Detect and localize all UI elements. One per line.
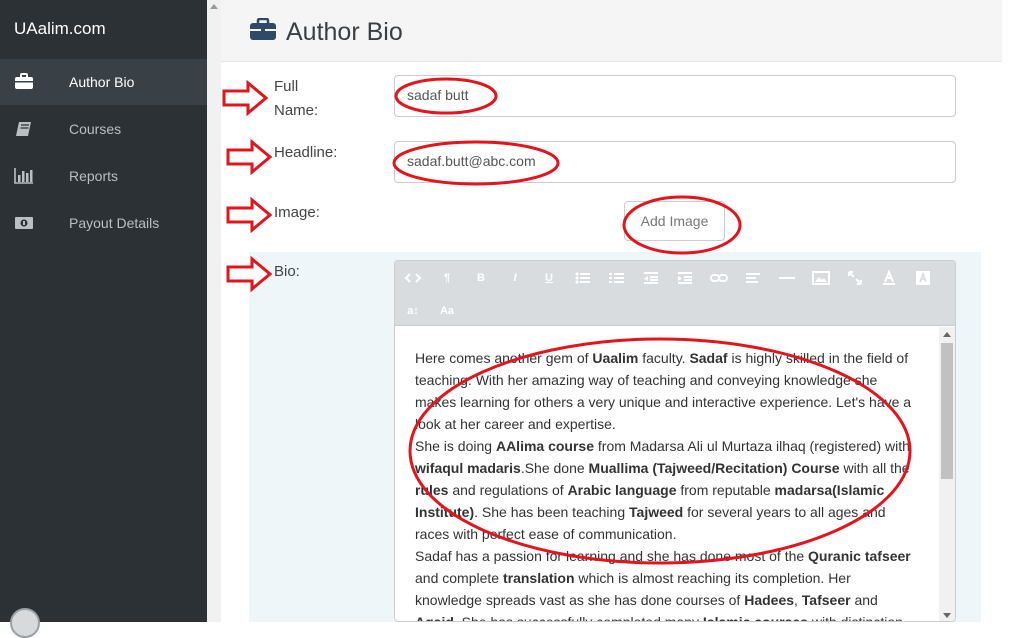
bio-text: with all the — [839, 460, 910, 476]
align-icon[interactable] — [743, 270, 763, 286]
bio-text-bold: translation — [502, 570, 575, 586]
bio-text: from reputable — [676, 482, 775, 498]
bio-text: with distinction — [807, 614, 903, 622]
arrow-icon — [222, 79, 269, 117]
bio-text-bold: Hadees — [744, 592, 795, 608]
bio-text: and complete — [415, 570, 503, 586]
bio-text-bold: wifaqul madaris — [415, 460, 521, 476]
image-label: Image: — [274, 204, 320, 221]
bio-text: . She has been teaching — [474, 504, 630, 520]
page-title: Author Bio — [286, 18, 403, 46]
bio-text: faculty. — [638, 350, 690, 366]
sidebar-item-reports[interactable]: Reports — [0, 153, 207, 199]
full-name-label: Full Name: — [274, 75, 318, 123]
bio-label: Bio: — [274, 263, 300, 280]
bio-text-bold: AAlima course — [495, 438, 594, 454]
headline-label: Headline: — [274, 144, 338, 161]
bio-text-bold: Quranic tafseer — [808, 548, 911, 564]
bar-chart-icon — [14, 168, 33, 184]
bio-text-bold: rules — [415, 482, 449, 498]
bio-text-bold: Muallima (Tajweed/Recitation) Course — [588, 460, 840, 476]
book-icon — [16, 122, 31, 136]
bio-text: , — [794, 592, 802, 608]
sidebar-item-label: Payout Details — [69, 215, 160, 231]
font-size-icon[interactable]: Aa — [437, 303, 457, 319]
bio-text: .She done — [520, 460, 589, 476]
bio-text-bold: Tajweed — [629, 504, 684, 520]
bio-text: from Madarsa Ali ul Murtaza ilhaq (regis… — [594, 438, 910, 454]
bio-text: Here comes another gem of — [415, 350, 593, 366]
arrow-icon — [226, 138, 273, 176]
avatar[interactable] — [10, 608, 40, 638]
add-image-button[interactable]: Add Image — [624, 201, 725, 241]
scroll-up-icon[interactable] — [210, 4, 218, 9]
bio-text-bold: Tafseer — [801, 592, 851, 608]
underline-icon[interactable]: U — [539, 270, 559, 286]
horizontal-rule-icon[interactable] — [777, 270, 797, 286]
editor-scrollbar[interactable] — [939, 327, 955, 621]
outdent-icon[interactable] — [641, 270, 661, 286]
code-icon[interactable] — [403, 270, 423, 286]
full-name-label-line1: Full — [274, 78, 299, 95]
indent-icon[interactable] — [675, 270, 695, 286]
unordered-list-icon[interactable] — [573, 270, 593, 286]
briefcase-icon — [15, 73, 33, 89]
sidebar-item-label: Courses — [69, 121, 122, 137]
sidebar-item-author-bio[interactable]: Author Bio — [0, 59, 207, 105]
bio-text: and — [850, 592, 878, 608]
bio-text: Sadaf has a passion for learning and she… — [415, 548, 809, 564]
bio-text-bold: Uaalim — [592, 350, 639, 366]
bio-editor[interactable]: ¶ B I U a↕ Aa Here comes another gem of … — [394, 260, 956, 622]
background-color-icon[interactable] — [913, 270, 933, 286]
bio-text-bold: Arabic language — [567, 482, 677, 498]
sidebar-item-courses[interactable]: Courses — [0, 106, 207, 152]
bio-text-bold: Aqaid — [415, 614, 454, 622]
sidebar-item-label: Author Bio — [69, 74, 135, 90]
scrollbar-thumb[interactable] — [941, 343, 953, 479]
link-icon[interactable] — [709, 270, 729, 286]
editor-toolbar: ¶ B I U a↕ Aa — [395, 261, 955, 326]
bio-text: and regulations of — [448, 482, 568, 498]
full-name-label-line2: Name: — [274, 102, 319, 119]
font-color-icon[interactable] — [879, 270, 899, 286]
fullscreen-icon[interactable] — [845, 270, 865, 286]
bio-text: She is doing — [415, 438, 496, 454]
brand-logo[interactable]: UAalim.com — [14, 19, 106, 39]
headline-field[interactable]: sadaf.butt@abc.com — [394, 141, 956, 183]
briefcase-icon — [250, 18, 276, 40]
bio-text-bold: Sadaf — [689, 350, 728, 366]
line-height-icon[interactable]: a↕ — [403, 303, 423, 319]
bio-textarea[interactable]: Here comes another gem of Uaalim faculty… — [395, 327, 939, 622]
sidebar-item-label: Reports — [69, 168, 119, 184]
page-scrollbar[interactable] — [207, 0, 221, 622]
money-icon — [15, 217, 33, 229]
paragraph-icon[interactable]: ¶ — [437, 270, 457, 286]
bio-text: . She has successfully completed many — [453, 614, 703, 622]
image-icon[interactable] — [811, 270, 831, 286]
arrow-icon — [226, 196, 273, 234]
sidebar: UAalim.com Author Bio Courses Reports Pa… — [0, 0, 207, 638]
full-name-field[interactable]: sadaf butt — [394, 75, 956, 117]
ordered-list-icon[interactable] — [607, 270, 627, 286]
sidebar-item-payout-details[interactable]: Payout Details — [0, 200, 207, 246]
bold-icon[interactable]: B — [471, 270, 491, 286]
scroll-down-icon[interactable] — [943, 613, 951, 618]
italic-icon[interactable]: I — [505, 270, 525, 286]
bio-text-bold: Islamic courses — [702, 614, 808, 622]
scroll-up-icon[interactable] — [943, 332, 951, 337]
